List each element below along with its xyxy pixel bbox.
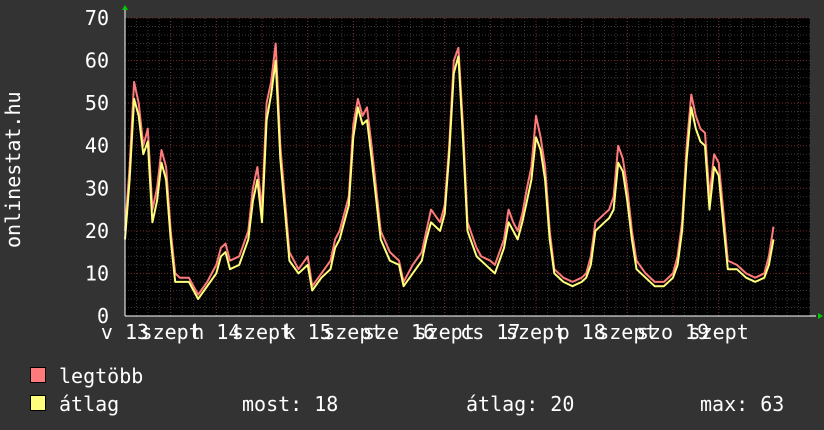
stat-avg-value: 20 [550, 392, 575, 416]
legend-swatch-max [30, 367, 46, 383]
stat-now-label: most: [242, 392, 303, 416]
y-tick-label: 30 [85, 176, 109, 200]
side-label: onlinestat.hu [1, 91, 25, 248]
y-tick-label: 70 [85, 6, 109, 30]
legend-row-avg: átlag most: 18 átlag: 20 max: 63 [30, 390, 810, 418]
y-tick-label: 60 [85, 49, 109, 73]
x-tick-labels: v 13szepth 14szeptk 15szeptsze 16szeptcs… [101, 320, 749, 344]
legend-label-avg: átlag [59, 392, 120, 416]
stat-max-label: max: [700, 392, 749, 416]
stat-max-value: 63 [760, 392, 785, 416]
y-axis-arrow [122, 5, 128, 10]
stat-now-value: 18 [314, 392, 339, 416]
y-tick-label: 10 [85, 261, 109, 285]
legend-row-max: legtöbb [30, 362, 810, 390]
stat-avg-label: átlag: [466, 392, 539, 416]
stat-max: max: 63 [700, 390, 784, 418]
legend-swatch-avg [30, 395, 46, 411]
y-tick-label: 50 [85, 91, 109, 115]
legend-label-max: legtöbb [59, 364, 144, 388]
legend: legtöbb átlag most: 18 átlag: 20 max: 63 [30, 362, 810, 418]
stat-now: most: 18 [242, 390, 338, 418]
x-tick-label: szept [689, 320, 749, 344]
y-tick-label: 40 [85, 134, 109, 158]
y-tick-label: 20 [85, 219, 109, 243]
stat-avg: átlag: 20 [466, 390, 574, 418]
x-axis-arrow [818, 313, 823, 319]
y-tick-labels: 010203040506070 [85, 6, 109, 328]
